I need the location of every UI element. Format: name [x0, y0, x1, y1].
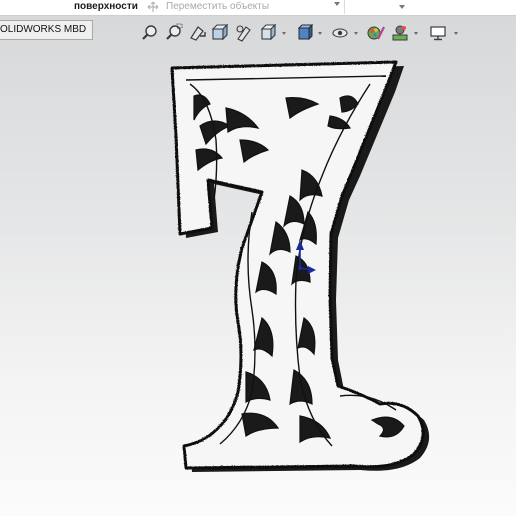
decorative-seven-model[interactable] — [0, 0, 516, 516]
model-graphics-area[interactable] — [0, 0, 516, 516]
